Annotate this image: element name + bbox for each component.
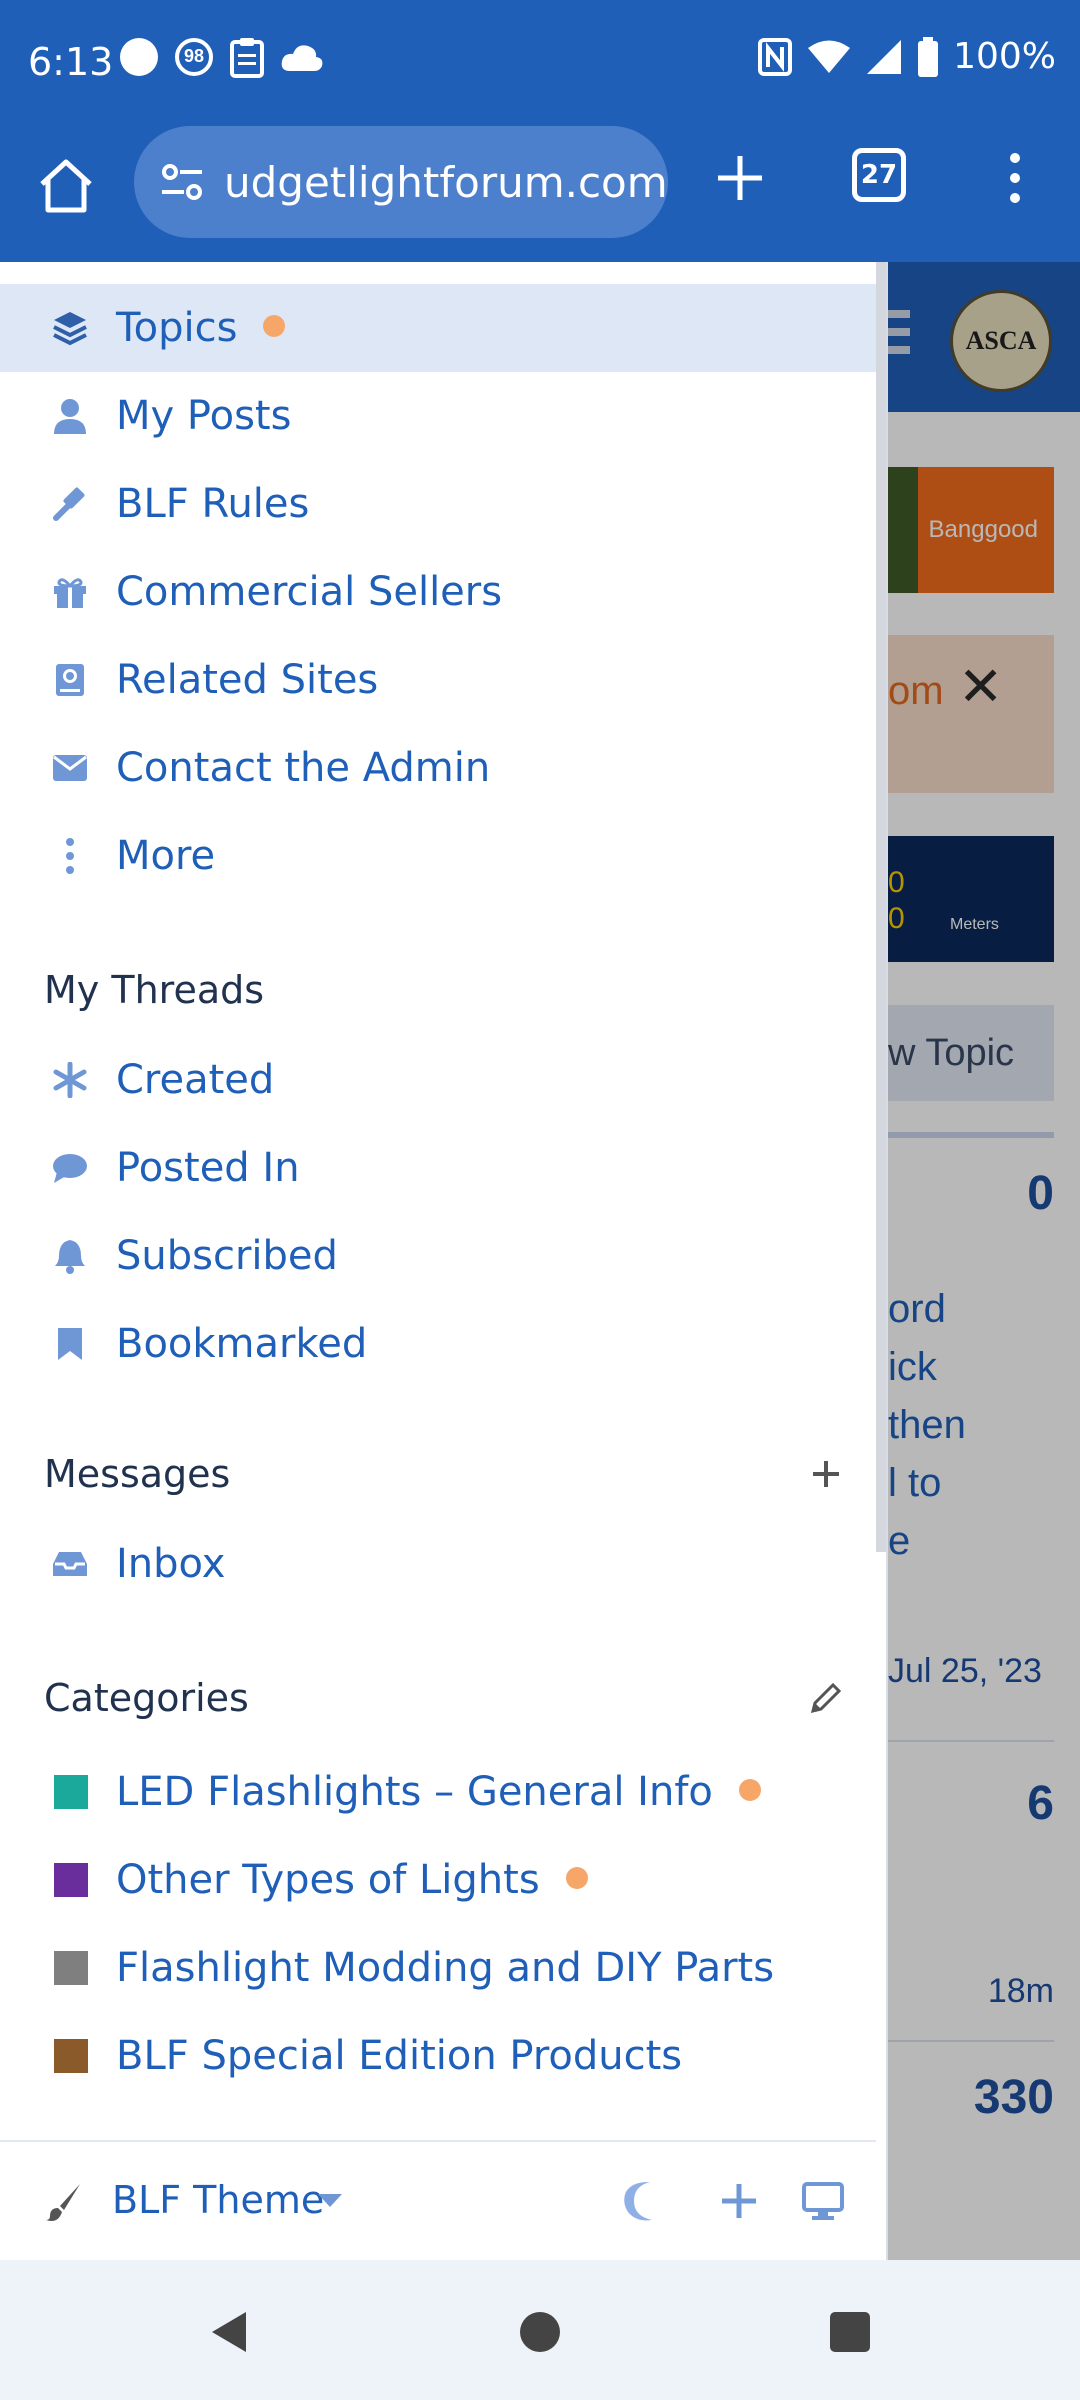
sidebar-item-topics[interactable]: Topics xyxy=(0,284,876,372)
nfc-icon xyxy=(758,37,793,76)
status-bar: 6:13 98 100% xyxy=(0,0,1080,126)
category-item-special-edition[interactable]: BLF Special Edition Products xyxy=(0,2012,876,2100)
category-item-led-flashlights[interactable]: LED Flashlights – General Info xyxy=(0,1748,876,1836)
sidebar-item-created[interactable]: Created xyxy=(0,1036,876,1124)
speech-bubble-icon xyxy=(50,1148,90,1188)
tab-switcher-button[interactable]: 27 xyxy=(852,148,906,202)
badge-count: 98 xyxy=(183,46,205,66)
drawer-footer: BLF Theme xyxy=(0,2140,876,2260)
sidebar-item-my-posts[interactable]: My Posts xyxy=(0,372,876,460)
sidebar-item-inbox[interactable]: Inbox xyxy=(0,1520,876,1608)
sidebar-item-related-sites[interactable]: Related Sites xyxy=(0,636,876,724)
sidebar-item-bookmarked[interactable]: Bookmarked xyxy=(0,1300,876,1388)
sidebar-item-label: Created xyxy=(116,1057,275,1103)
signal-icon xyxy=(867,39,902,74)
home-icon[interactable] xyxy=(34,154,98,218)
sidebar-item-label: Related Sites xyxy=(116,657,379,703)
battery-icon xyxy=(918,36,939,77)
sidebar-item-label: My Posts xyxy=(116,393,292,439)
wifi-icon xyxy=(808,40,851,73)
back-icon[interactable] xyxy=(206,2308,254,2356)
notification-icons: 98 xyxy=(118,36,324,78)
sidebar-item-label: More xyxy=(116,833,216,879)
section-title-messages[interactable]: Messages xyxy=(44,1452,230,1496)
layers-icon xyxy=(50,308,90,348)
sidebar-item-more[interactable]: More xyxy=(0,812,876,900)
section-title-categories[interactable]: Categories xyxy=(44,1676,249,1720)
desktop-icon[interactable] xyxy=(800,2178,846,2224)
sidebar-drawer: Topics My Posts BLF Rules Commercial Sel… xyxy=(0,262,888,2260)
status-right: 100% xyxy=(757,36,1056,77)
recents-icon[interactable] xyxy=(826,2308,874,2356)
status-time: 6:13 xyxy=(28,40,114,84)
system-nav-bar xyxy=(0,2260,1080,2400)
site-settings-icon[interactable] xyxy=(158,158,206,206)
unread-dot xyxy=(738,1779,761,1801)
new-message-plus-icon[interactable] xyxy=(806,1454,846,1494)
category-color-swatch xyxy=(54,1951,88,1985)
badge-count-icon: 98 xyxy=(174,37,214,77)
category-color-swatch xyxy=(54,2039,88,2073)
sidebar-item-label: BLF Rules xyxy=(116,481,310,527)
category-label: Other Types of Lights xyxy=(116,1857,540,1903)
add-plus-icon[interactable] xyxy=(716,2178,762,2224)
category-item-other-lights[interactable]: Other Types of Lights xyxy=(0,1836,876,1924)
category-label: BLF Special Edition Products xyxy=(116,2033,683,2079)
url-text: udgetlightforum.com xyxy=(224,157,668,207)
bookmark-icon xyxy=(50,1324,90,1364)
chevron-down-icon[interactable] xyxy=(318,2194,342,2207)
home-nav-icon[interactable] xyxy=(516,2308,564,2356)
sidebar-item-commercial-sellers[interactable]: Commercial Sellers xyxy=(0,548,876,636)
sidebar-item-subscribed[interactable]: Subscribed xyxy=(0,1212,876,1300)
gift-icon xyxy=(50,572,90,612)
address-bar[interactable]: udgetlightforum.com xyxy=(134,126,668,238)
cloud-icon xyxy=(281,45,323,71)
sidebar-item-label: Subscribed xyxy=(116,1233,338,1279)
user-icon xyxy=(50,396,90,436)
paintbrush-icon xyxy=(46,2184,80,2221)
sidebar-item-blf-rules[interactable]: BLF Rules xyxy=(0,460,876,548)
sidebar-item-label: Commercial Sellers xyxy=(116,569,503,615)
battery-percent: 100% xyxy=(953,36,1056,77)
browser-menu-icon[interactable] xyxy=(990,148,1040,208)
category-item-modding[interactable]: Flashlight Modding and DIY Parts xyxy=(0,1924,876,2012)
sidebar-item-label: Contact the Admin xyxy=(116,745,491,791)
vertical-dots-icon xyxy=(50,836,90,876)
browser-toolbar: udgetlightforum.com 27 xyxy=(0,126,1080,262)
book-icon xyxy=(50,660,90,700)
category-label: LED Flashlights – General Info xyxy=(116,1769,713,1815)
drawer-scrollbar[interactable] xyxy=(876,262,886,1552)
tab-count: 27 xyxy=(860,160,898,190)
unread-dot xyxy=(263,315,286,337)
theme-selector[interactable]: BLF Theme xyxy=(112,2178,324,2222)
unread-dot xyxy=(565,1867,588,1889)
sidebar-item-posted-in[interactable]: Posted In xyxy=(0,1124,876,1212)
drawer-overlay[interactable] xyxy=(888,262,1080,2260)
edit-pencil-icon[interactable] xyxy=(806,1678,846,1718)
gavel-icon xyxy=(50,484,90,524)
envelope-icon xyxy=(50,748,90,788)
category-color-swatch xyxy=(54,1863,88,1897)
sidebar-item-contact-admin[interactable]: Contact the Admin xyxy=(0,724,876,812)
sidebar-item-label: Inbox xyxy=(116,1541,226,1587)
inbox-icon xyxy=(50,1544,90,1584)
sidebar-item-label: Posted In xyxy=(116,1145,300,1191)
bell-icon xyxy=(50,1236,90,1276)
record-dot-icon xyxy=(120,38,158,76)
asterisk-icon xyxy=(50,1060,90,1100)
dark-mode-moon-icon[interactable] xyxy=(620,2178,666,2224)
category-label: Flashlight Modding and DIY Parts xyxy=(116,1945,775,1991)
section-title-my-threads[interactable]: My Threads xyxy=(44,968,264,1012)
category-color-swatch xyxy=(54,1775,88,1809)
clipboard-icon xyxy=(230,38,264,78)
sidebar-item-label: Topics xyxy=(116,305,238,351)
new-tab-icon[interactable] xyxy=(710,148,770,208)
sidebar-item-label: Bookmarked xyxy=(116,1321,368,1367)
